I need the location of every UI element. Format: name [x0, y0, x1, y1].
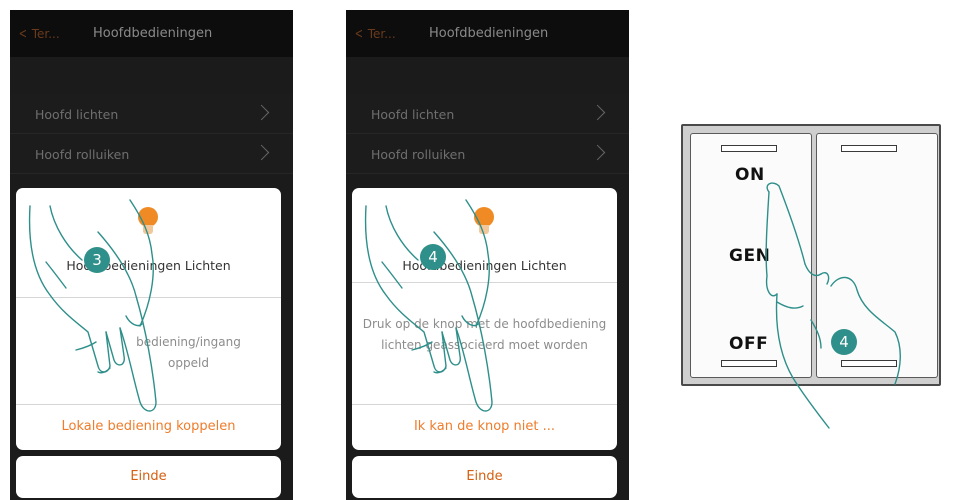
list-item-label: Hoofd lichten	[35, 107, 119, 122]
list-item-main-lights[interactable]: Hoofd lichten	[346, 94, 629, 134]
list-item-main-shutters[interactable]: Hoofd rolluiken	[10, 134, 293, 174]
switch-label-off: OFF	[729, 334, 769, 354]
divider	[352, 282, 617, 283]
list-item-label: Hoofd lichten	[371, 107, 455, 122]
message-line-2: lichten geassocieerd moet worden	[381, 338, 588, 352]
light-bulb-base	[143, 225, 153, 234]
switch-label-on: ON	[735, 165, 765, 185]
phone-screen-step-3: < Ter... Hoofdbedieningen Hoofd lichten H…	[10, 10, 293, 500]
list-item-label: Hoofd rolluiken	[371, 147, 466, 162]
phone-screen-step-4: < Ter... Hoofdbedieningen Hoofd lichten H…	[346, 10, 629, 500]
dialog-message: Druk op de knop met de hoofdbediening li…	[352, 314, 617, 356]
dialog-message: bediening/ingang oppeld	[16, 332, 281, 374]
indicator-bar	[841, 145, 897, 152]
indicator-bar	[721, 360, 777, 367]
list-item-main-lights[interactable]: Hoofd lichten	[10, 94, 293, 134]
light-bulb-base	[479, 225, 489, 234]
divider	[16, 297, 281, 298]
light-bulb-icon	[138, 207, 158, 227]
back-button[interactable]: < Ter...	[17, 26, 60, 42]
chevron-right-icon	[589, 104, 606, 121]
list-item-main-shutters[interactable]: Hoofd rolluiken	[346, 134, 629, 174]
top-bar: < Ter... Hoofdbedieningen	[346, 10, 629, 57]
step-badge: 4	[831, 329, 857, 355]
dialog-title: Hoofdbedieningen Lichten	[66, 258, 231, 273]
back-label: Ter...	[31, 27, 60, 41]
page-title: Hoofdbedieningen	[93, 26, 213, 41]
indicator-bar	[841, 360, 897, 367]
page-title: Hoofdbedieningen	[429, 26, 549, 41]
wall-switch-illustration: ON GEN OFF 4	[681, 124, 954, 429]
link-local-control-button[interactable]: Lokale bediening koppelen	[16, 404, 281, 450]
message-line-2: oppeld	[168, 356, 209, 370]
chevron-left-icon: <	[354, 26, 363, 42]
dialog-title: Hoofdbedieningen Lichten	[402, 258, 567, 273]
back-button[interactable]: < Ter...	[353, 26, 396, 42]
top-bar: < Ter... Hoofdbedieningen	[10, 10, 293, 57]
step-badge: 4	[420, 244, 446, 270]
dialog: Hoofdbedieningen Lichten Druk op de knop…	[352, 188, 617, 450]
switch-frame: ON GEN OFF	[681, 124, 941, 386]
switch-label-gen: GEN	[729, 246, 771, 266]
chevron-right-icon	[589, 144, 606, 161]
indicator-bar	[721, 145, 777, 152]
chevron-right-icon	[253, 144, 270, 161]
back-label: Ter...	[367, 27, 396, 41]
switch-rocker-left[interactable]: ON GEN OFF	[690, 133, 812, 378]
dialog: Hoofdbedieningen Lichten bediening/ingan…	[16, 188, 281, 450]
chevron-right-icon	[253, 104, 270, 121]
cannot-find-button-link[interactable]: Ik kan de knop niet ...	[352, 404, 617, 450]
chevron-left-icon: <	[18, 26, 27, 42]
finish-button[interactable]: Einde	[352, 456, 617, 498]
light-bulb-icon	[474, 207, 494, 227]
message-line-1: bediening/ingang	[136, 335, 241, 349]
list-item-label: Hoofd rolluiken	[35, 147, 130, 162]
message-line-1: Druk op de knop met de hoofdbediening	[362, 317, 607, 331]
step-badge: 3	[84, 247, 110, 273]
finish-button[interactable]: Einde	[16, 456, 281, 498]
